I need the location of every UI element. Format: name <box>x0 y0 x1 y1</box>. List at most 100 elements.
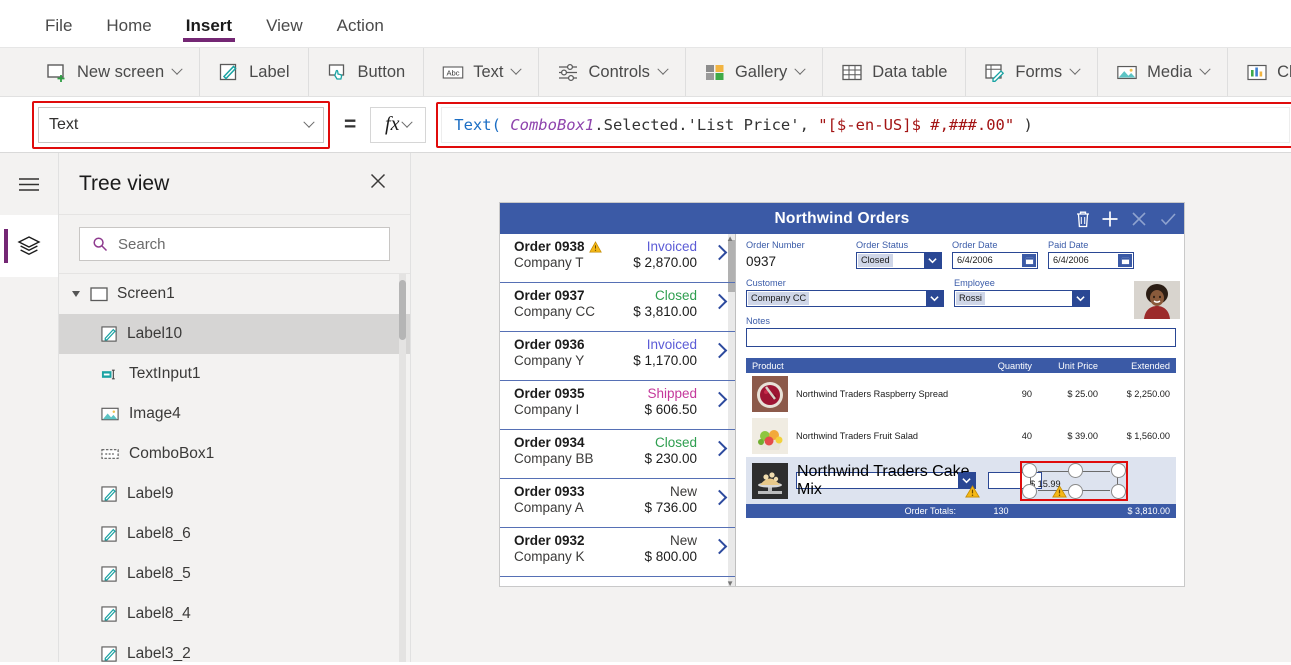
ribbon-data-table[interactable]: Data table <box>822 48 965 96</box>
tree-item-image4[interactable]: Image4 <box>59 394 410 434</box>
product-combobox-value: Northwind Traders Cake Mix <box>797 462 970 498</box>
formula-input-highlight: Text( ComboBox1 .Selected.'List Price', … <box>436 101 1291 148</box>
chevron-down-icon[interactable] <box>926 291 943 306</box>
close-icon[interactable] <box>1129 209 1149 229</box>
scroll-down-icon[interactable]: ▼ <box>726 579 734 586</box>
menu-item-view[interactable]: View <box>249 0 320 48</box>
gallery-row[interactable]: Order 0933 New Company A $ 736.00 <box>500 479 735 528</box>
resize-handle-nw[interactable] <box>1022 463 1037 478</box>
warning-icon <box>1052 485 1067 498</box>
selected-label-control[interactable]: $ 15.99 <box>1022 463 1126 499</box>
line-item-product: Northwind Traders Raspberry Spread <box>796 389 949 399</box>
gallery-row[interactable]: Order 0935 Shipped Company I $ 606.50 <box>500 381 735 430</box>
resize-handle-ne[interactable] <box>1111 463 1126 478</box>
order-amount: $ 230.00 <box>644 451 697 466</box>
menu-item-home[interactable]: Home <box>89 0 168 48</box>
order-id: Order 0936 <box>514 337 585 352</box>
ribbon-forms[interactable]: Forms <box>965 48 1097 96</box>
tree-view-title: Tree view <box>79 171 170 195</box>
gallery-row[interactable]: Order 0936 Invoiced Company Y $ 1,170.00 <box>500 332 735 381</box>
gallery-row[interactable]: Order 0937 Closed Company CC $ 3,810.00 <box>500 283 735 332</box>
tree-scrollbar-thumb[interactable] <box>399 280 406 340</box>
order-id: Order 0934 <box>514 435 585 450</box>
paid-date-input[interactable]: 6/4/2006 <box>1048 252 1134 269</box>
hamburger-menu-button[interactable] <box>0 153 58 215</box>
calendar-icon[interactable] <box>1118 254 1132 267</box>
order-date-input[interactable]: 6/4/2006 <box>952 252 1038 269</box>
order-company: Company I <box>514 402 580 417</box>
resize-handle-n[interactable] <box>1068 463 1083 478</box>
tree-item-textinput1[interactable]: TextInput1 <box>59 354 410 394</box>
th-quantity: Quantity <box>997 360 1032 371</box>
ribbon-media[interactable]: Media <box>1097 48 1227 96</box>
tree-item-label: Screen1 <box>117 285 175 302</box>
ribbon-data-table-label: Data table <box>872 62 948 81</box>
property-dropdown[interactable]: Text <box>38 106 324 143</box>
employee-value: Rossi <box>956 292 985 305</box>
th-product: Product <box>752 360 784 371</box>
resize-handle-se[interactable] <box>1111 484 1126 499</box>
resize-handle-sw[interactable] <box>1022 484 1037 499</box>
fx-button[interactable]: fx <box>370 106 427 143</box>
order-status: New <box>669 484 697 499</box>
paid-date-value: 6/4/2006 <box>1053 255 1089 265</box>
orders-gallery: ▲ ▼ Order 0938 Invoiced Company T $ 2,87… <box>500 234 736 586</box>
tree-item-label8-4[interactable]: Label8_4 <box>59 594 410 634</box>
ribbon-text[interactable]: Abc Text <box>423 48 538 96</box>
tree-item-combobox1[interactable]: ComboBox1 <box>59 434 410 474</box>
ribbon-gallery[interactable]: Gallery <box>684 48 822 96</box>
chevron-down-icon[interactable] <box>924 253 941 268</box>
fx-label: fx <box>385 113 400 135</box>
order-status: Closed <box>654 288 697 303</box>
formula-token-ctl: ComboBox1 <box>510 115 595 134</box>
forms-icon <box>985 63 1005 82</box>
tree-item-label9[interactable]: Label9 <box>59 474 410 514</box>
notes-input[interactable] <box>746 328 1176 347</box>
layers-icon <box>17 236 41 255</box>
search-input[interactable]: Search <box>79 227 390 261</box>
order-date-field: Order Date 6/4/2006 <box>952 240 1038 269</box>
menu-bar: File Home Insert View Action <box>0 0 1291 48</box>
gallery-row[interactable]: Order 0934 Closed Company BB $ 230.00 <box>500 430 735 479</box>
tree-item-label10[interactable]: Label10 <box>59 314 410 354</box>
check-icon[interactable] <box>1158 209 1178 229</box>
ribbon-label[interactable]: Label <box>199 48 307 96</box>
ribbon-controls[interactable]: Controls <box>538 48 684 96</box>
employee-dropdown[interactable]: Rossi <box>954 290 1090 307</box>
ribbon-new-screen[interactable]: New screen <box>28 48 199 96</box>
resize-handle-s[interactable] <box>1068 484 1083 499</box>
customer-dropdown[interactable]: Company CC <box>746 290 944 307</box>
gallery-row[interactable]: Order 0938 Invoiced Company T $ 2,870.00 <box>500 234 735 283</box>
trash-icon[interactable] <box>1075 210 1091 228</box>
menu-item-file[interactable]: File <box>28 0 89 48</box>
tree-item-label3-2[interactable]: Label3_2 <box>59 634 410 662</box>
line-item-row[interactable]: Northwind Traders Raspberry Spread 90 $ … <box>746 373 1176 415</box>
controls-icon <box>559 63 578 81</box>
ribbon-button[interactable]: Button <box>307 48 424 96</box>
close-tree-view-button[interactable] <box>368 171 388 196</box>
tree-item-label8-6[interactable]: Label8_6 <box>59 514 410 554</box>
ribbon-media-label: Media <box>1147 62 1193 81</box>
line-item-row[interactable]: Northwind Traders Fruit Salad 40 $ 39.00… <box>746 415 1176 457</box>
expand-caret-icon[interactable] <box>72 291 80 297</box>
line-item-unit-price: $ 39.00 <box>1067 431 1098 441</box>
tree-item-label: ComboBox1 <box>129 445 215 462</box>
formula-input[interactable]: Text( ComboBox1 .Selected.'List Price', … <box>441 106 1290 143</box>
ribbon-chart[interactable]: Chart <box>1227 48 1291 96</box>
gallery-row[interactable]: Order 0932 New Company K $ 800.00 <box>500 528 735 577</box>
tree-view-rail-button[interactable] <box>0 215 58 277</box>
svg-text:Abc: Abc <box>447 68 460 77</box>
order-status-dropdown[interactable]: Closed <box>856 252 942 269</box>
label-icon <box>101 605 117 622</box>
product-combobox[interactable]: Northwind Traders Cake Mix <box>796 463 976 498</box>
plus-icon[interactable] <box>1100 209 1120 229</box>
menu-item-insert[interactable]: Insert <box>169 0 249 48</box>
tree-scrollbar-track[interactable] <box>399 274 406 662</box>
chevron-down-icon[interactable] <box>1072 291 1089 306</box>
order-status: Invoiced <box>646 337 697 352</box>
calendar-icon[interactable] <box>1022 254 1036 267</box>
menu-item-action[interactable]: Action <box>320 0 401 48</box>
tree-item-screen1[interactable]: Screen1 <box>59 274 410 314</box>
tree-item-label8-5[interactable]: Label8_5 <box>59 554 410 594</box>
chevron-down-icon <box>1199 63 1211 75</box>
